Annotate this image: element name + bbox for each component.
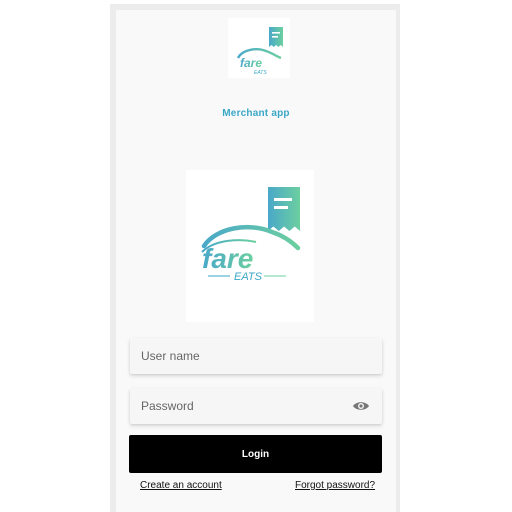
fare-eats-logo-large: fare EATS <box>201 187 301 283</box>
svg-text:fare: fare <box>202 243 253 274</box>
fare-eats-logo-small: fare EATS <box>236 27 283 76</box>
svg-text:EATS: EATS <box>254 70 267 76</box>
login-button[interactable]: Login <box>129 435 382 473</box>
password-field[interactable] <box>130 388 382 424</box>
app-logo-large: fare EATS <box>186 170 314 322</box>
username-input[interactable] <box>130 338 382 374</box>
forgot-password-link[interactable]: Forgot password? <box>295 480 375 491</box>
password-input[interactable] <box>130 388 382 424</box>
app-logo-small: fare EATS <box>228 18 290 78</box>
svg-text:fare: fare <box>240 56 262 70</box>
username-field[interactable] <box>130 338 382 374</box>
merchant-app-subtitle: Merchant app <box>222 108 290 119</box>
create-account-link[interactable]: Create an account <box>140 480 222 491</box>
svg-text:EATS: EATS <box>234 271 263 283</box>
eye-icon[interactable] <box>352 398 370 414</box>
